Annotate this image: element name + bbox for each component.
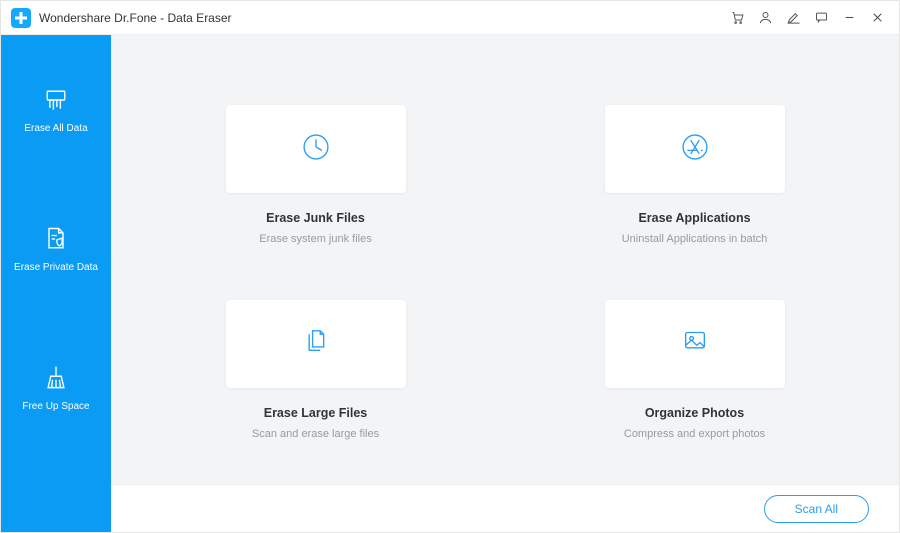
titlebar: Wondershare Dr.Fone - Data Eraser bbox=[1, 1, 899, 35]
card-grid: Erase Junk Files Erase system junk files bbox=[111, 35, 899, 484]
sidebar-item-label: Erase Private Data bbox=[14, 262, 98, 273]
card-title: Erase Applications bbox=[638, 211, 750, 225]
card-erase-large-files: Erase Large Files Scan and erase large f… bbox=[181, 300, 450, 455]
card-title: Erase Junk Files bbox=[266, 211, 365, 225]
sidebar-item-label: Erase All Data bbox=[24, 123, 87, 134]
cart-icon[interactable] bbox=[723, 4, 751, 32]
sidebar-item-erase-private-data[interactable]: Erase Private Data bbox=[14, 224, 98, 273]
card-title: Erase Large Files bbox=[264, 406, 368, 420]
shredder-icon bbox=[41, 85, 71, 115]
sidebar-item-free-up-space[interactable]: Free Up Space bbox=[22, 363, 89, 412]
sidebar-item-erase-all-data[interactable]: Erase All Data bbox=[24, 85, 87, 134]
card-subtitle: Uninstall Applications in batch bbox=[622, 233, 768, 245]
minimize-icon[interactable] bbox=[835, 4, 863, 32]
card-erase-applications: Erase Applications Uninstall Application… bbox=[560, 105, 829, 260]
close-icon[interactable] bbox=[863, 4, 891, 32]
card-button-erase-junk-files[interactable] bbox=[226, 105, 406, 193]
card-subtitle: Compress and export photos bbox=[624, 428, 765, 440]
clock-icon bbox=[299, 130, 333, 169]
sidebar: Erase All Data Erase Private Data bbox=[1, 35, 111, 532]
card-organize-photos: Organize Photos Compress and export phot… bbox=[560, 300, 829, 455]
feedback-icon[interactable] bbox=[807, 4, 835, 32]
files-icon bbox=[299, 324, 333, 363]
app-logo-icon bbox=[11, 8, 31, 28]
edit-icon[interactable] bbox=[779, 4, 807, 32]
card-button-erase-large-files[interactable] bbox=[226, 300, 406, 388]
photo-icon bbox=[678, 324, 712, 363]
card-title: Organize Photos bbox=[645, 406, 744, 420]
card-subtitle: Erase system junk files bbox=[259, 233, 371, 245]
app-title: Wondershare Dr.Fone - Data Eraser bbox=[39, 11, 232, 25]
card-subtitle: Scan and erase large files bbox=[252, 428, 379, 440]
scan-all-button[interactable]: Scan All bbox=[764, 495, 869, 523]
appstore-icon bbox=[678, 130, 712, 169]
sidebar-item-label: Free Up Space bbox=[22, 401, 89, 412]
footer: Scan All bbox=[111, 484, 899, 532]
card-button-organize-photos[interactable] bbox=[605, 300, 785, 388]
main: Erase Junk Files Erase system junk files bbox=[111, 35, 899, 532]
document-shield-icon bbox=[41, 224, 71, 254]
card-erase-junk-files: Erase Junk Files Erase system junk files bbox=[181, 105, 450, 260]
app-window: Wondershare Dr.Fone - Data Eraser bbox=[0, 0, 900, 533]
broom-icon bbox=[41, 363, 71, 393]
card-button-erase-applications[interactable] bbox=[605, 105, 785, 193]
account-icon[interactable] bbox=[751, 4, 779, 32]
body: Erase All Data Erase Private Data bbox=[1, 35, 899, 532]
